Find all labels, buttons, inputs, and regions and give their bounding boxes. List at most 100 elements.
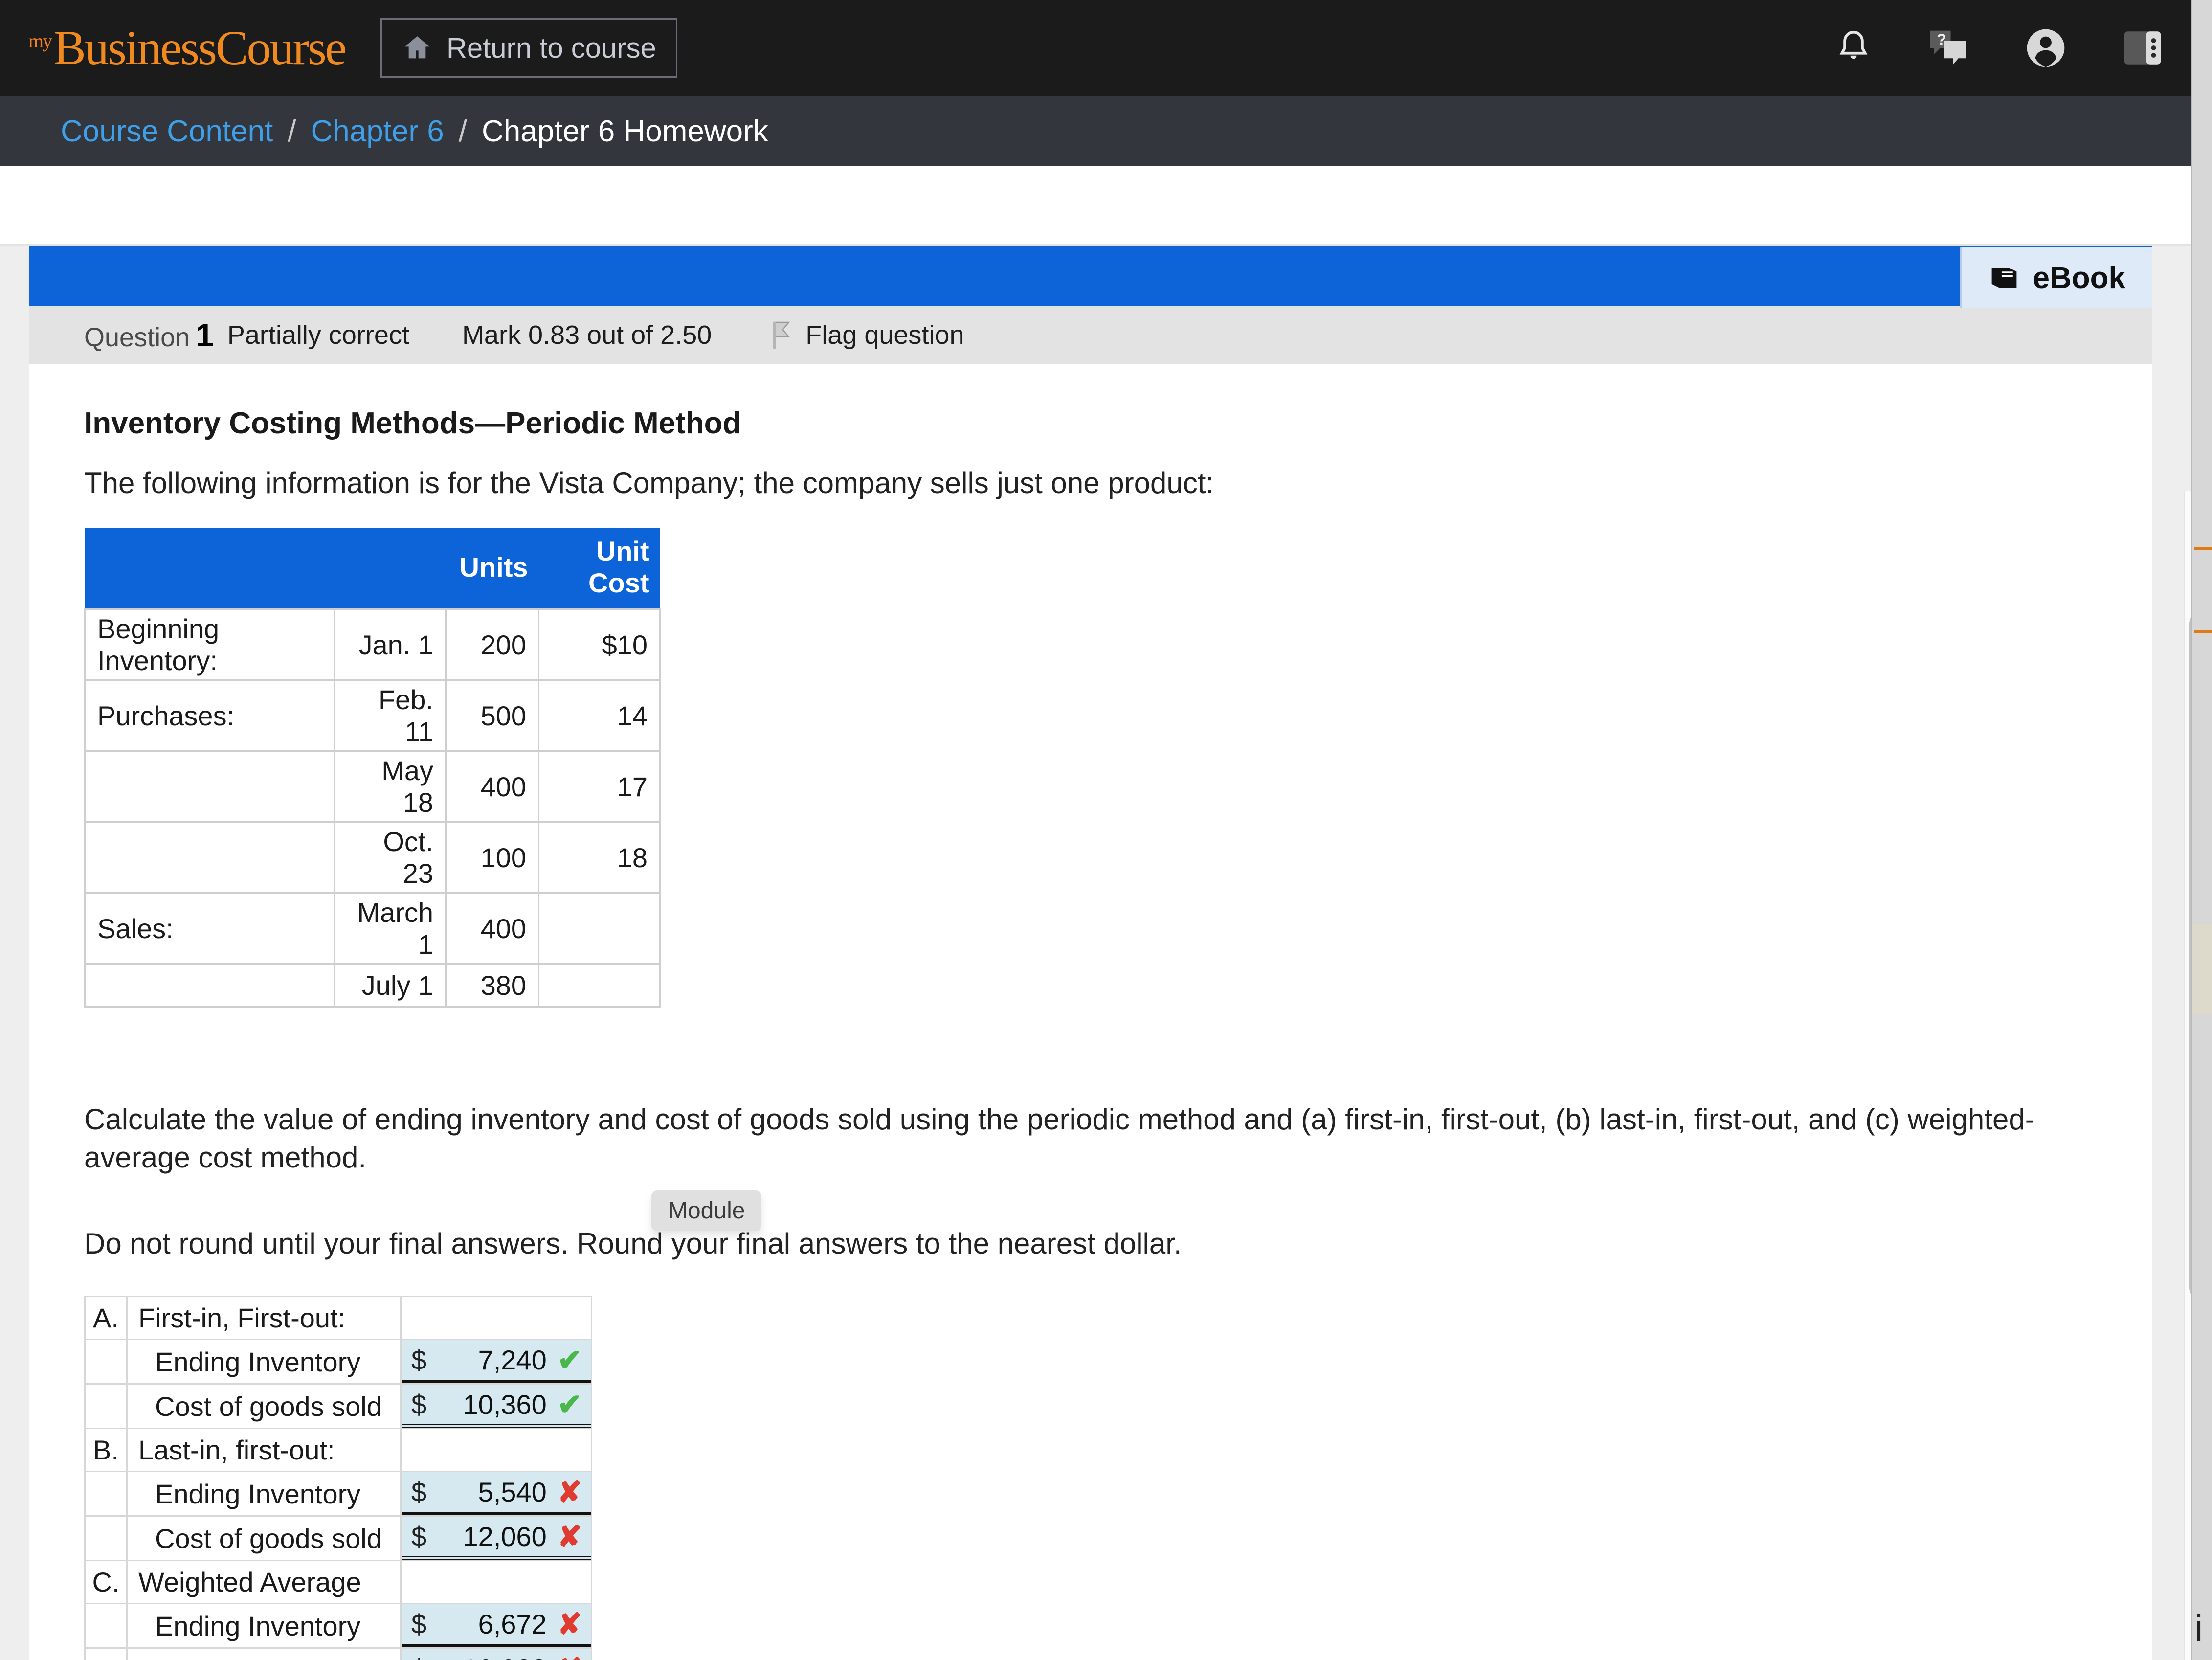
header-blank-date [334,528,446,609]
lifo-ending-inventory-input[interactable]: $ 5,540 ✘ [402,1472,591,1515]
header-unit-cost: Unit Cost [538,528,660,609]
brand-logo[interactable]: my BusinessCourse [28,21,347,75]
flag-question-1-label: Flag question [805,320,964,350]
fifo-cogs-input[interactable]: $ 10,360 ✔ [402,1385,591,1428]
lifo-cogs-input[interactable]: $ 12,060 ✘ [402,1517,591,1560]
table-header-row: Units Unit Cost [85,528,660,609]
answer-blank-cell [400,1296,592,1340]
answer-row: Cost of goods sold $ 10,928 ✘ [84,1647,592,1660]
row-date: July 1 [334,963,447,1008]
help-chat-icon[interactable]: ? [1926,26,1971,69]
wavg-cogs-input[interactable]: $ 10,928 ✘ [402,1649,591,1660]
question-1-state: Partially correct [227,320,409,350]
ebook-button-1[interactable]: eBook [1960,247,2152,308]
table-row: July 1 380 [84,963,661,1008]
correct-check-icon: ✔ [557,1388,582,1421]
answer-input-cell[interactable]: $ 6,672 ✘ [400,1603,592,1649]
row-label: Beginning Inventory: [84,608,335,681]
row-date: May 18 [334,750,447,823]
input-value: 10,360 [463,1389,547,1420]
breadcrumb-item-chapter-6[interactable]: Chapter 6 [311,114,444,149]
return-to-course-button[interactable]: Return to course [380,18,677,78]
module-tooltip[interactable]: Module [651,1190,762,1231]
user-avatar-icon[interactable] [2023,25,2068,70]
input-value: 6,672 [478,1609,547,1639]
answer-input-cell[interactable]: $ 7,240 ✔ [400,1339,592,1385]
answer-letter [84,1647,128,1660]
row-units: 380 [445,963,539,1008]
fifo-ending-inventory-input[interactable]: $ 7,240 ✔ [402,1340,591,1383]
question-1-mark: Mark 0.83 out of 2.50 [462,320,712,350]
currency-symbol: $ [411,1389,427,1420]
answer-row: Ending Inventory $ 6,672 ✘ [84,1603,592,1649]
row-label [84,963,335,1008]
answer-label: Ending Inventory [126,1603,402,1649]
answer-input-cell[interactable]: $ 10,360 ✔ [400,1383,592,1429]
book-icon [1988,264,2020,292]
header-units: Units [446,528,539,609]
question-1-lead-text: The following information is for the Vis… [84,467,1214,499]
question-1-instruction: Calculate the value of ending inventory … [84,1103,2035,1174]
input-value: 7,240 [478,1345,547,1375]
edge-partial-glyph: i [2194,1607,2203,1650]
row-units: 100 [445,821,539,894]
answer-label: Cost of goods sold [126,1515,402,1561]
input-value: 5,540 [478,1477,547,1507]
answer-letter: C. [84,1560,128,1604]
answer-section-row: B. Last-in, first-out: [84,1428,592,1472]
notifications-bell-icon[interactable] [1832,25,1875,70]
ebook-label: eBook [2033,261,2125,295]
row-cost: $10 [538,608,661,681]
row-cost: 14 [538,679,661,752]
table-row: Sales: March 1 400 [84,892,661,965]
flag-icon [769,320,794,350]
top-navigation-bar: my BusinessCourse Return to course ? [0,0,2212,96]
top-nav-actions: ? [1832,25,2165,70]
question-1-accent-bar: eBook [29,246,2152,308]
row-cost: 17 [538,750,661,823]
answer-row: Cost of goods sold $ 10,360 ✔ [84,1383,592,1429]
answer-input-cell[interactable]: $ 5,540 ✘ [400,1471,592,1517]
edge-accent-line [2194,547,2212,550]
answer-blank-cell [400,1428,592,1472]
row-cost: 18 [538,821,661,894]
app-window: my BusinessCourse Return to course ? Cou… [0,0,2212,1660]
flag-question-1-button[interactable]: Flag question [769,320,964,350]
question-1-content: Inventory Costing Methods—Periodic Metho… [29,364,2152,1660]
correct-check-icon: ✔ [557,1343,582,1376]
answer-input-cell[interactable]: $ 12,060 ✘ [400,1515,592,1561]
breadcrumb-item-course-content[interactable]: Course Content [61,114,273,149]
answer-label: Ending Inventory [126,1339,402,1385]
brand-name: BusinessCourse [53,21,347,75]
answer-letter [84,1471,128,1517]
answer-label: Cost of goods sold [126,1647,402,1660]
answer-label: Ending Inventory [126,1471,402,1517]
wavg-ending-inventory-input[interactable]: $ 6,672 ✘ [402,1604,591,1647]
answer-row: Ending Inventory $ 7,240 ✔ [84,1339,592,1385]
currency-symbol: $ [411,1345,427,1375]
answer-label: Last-in, first-out: [126,1428,402,1472]
answer-row: Cost of goods sold $ 12,060 ✘ [84,1515,592,1561]
answer-letter [84,1383,128,1429]
table-row: Oct. 23 100 18 [84,821,661,894]
row-cost [538,892,661,965]
row-units: 500 [445,679,539,752]
home-icon [402,32,433,64]
row-date: March 1 [334,892,447,965]
answer-section-row: A. First-in, First-out: [84,1296,592,1340]
header-blank-label [85,528,335,609]
breadcrumb: Course Content / Chapter 6 / Chapter 6 H… [61,114,768,149]
incorrect-cross-icon: ✘ [557,1520,582,1553]
page-toolbar-band [0,166,2212,246]
row-label: Sales: [84,892,335,965]
row-label [84,821,335,894]
row-date: Feb. 11 [334,679,447,752]
breadcrumb-separator: / [288,114,296,148]
currency-symbol: $ [411,1477,427,1507]
return-to-course-label: Return to course [447,32,656,64]
sidebar-toggle-icon[interactable] [2120,26,2165,70]
incorrect-cross-icon: ✘ [558,1654,582,1660]
answer-letter: B. [84,1428,128,1472]
row-label: Purchases: [84,679,335,752]
answer-input-cell[interactable]: $ 10,928 ✘ [400,1647,592,1660]
